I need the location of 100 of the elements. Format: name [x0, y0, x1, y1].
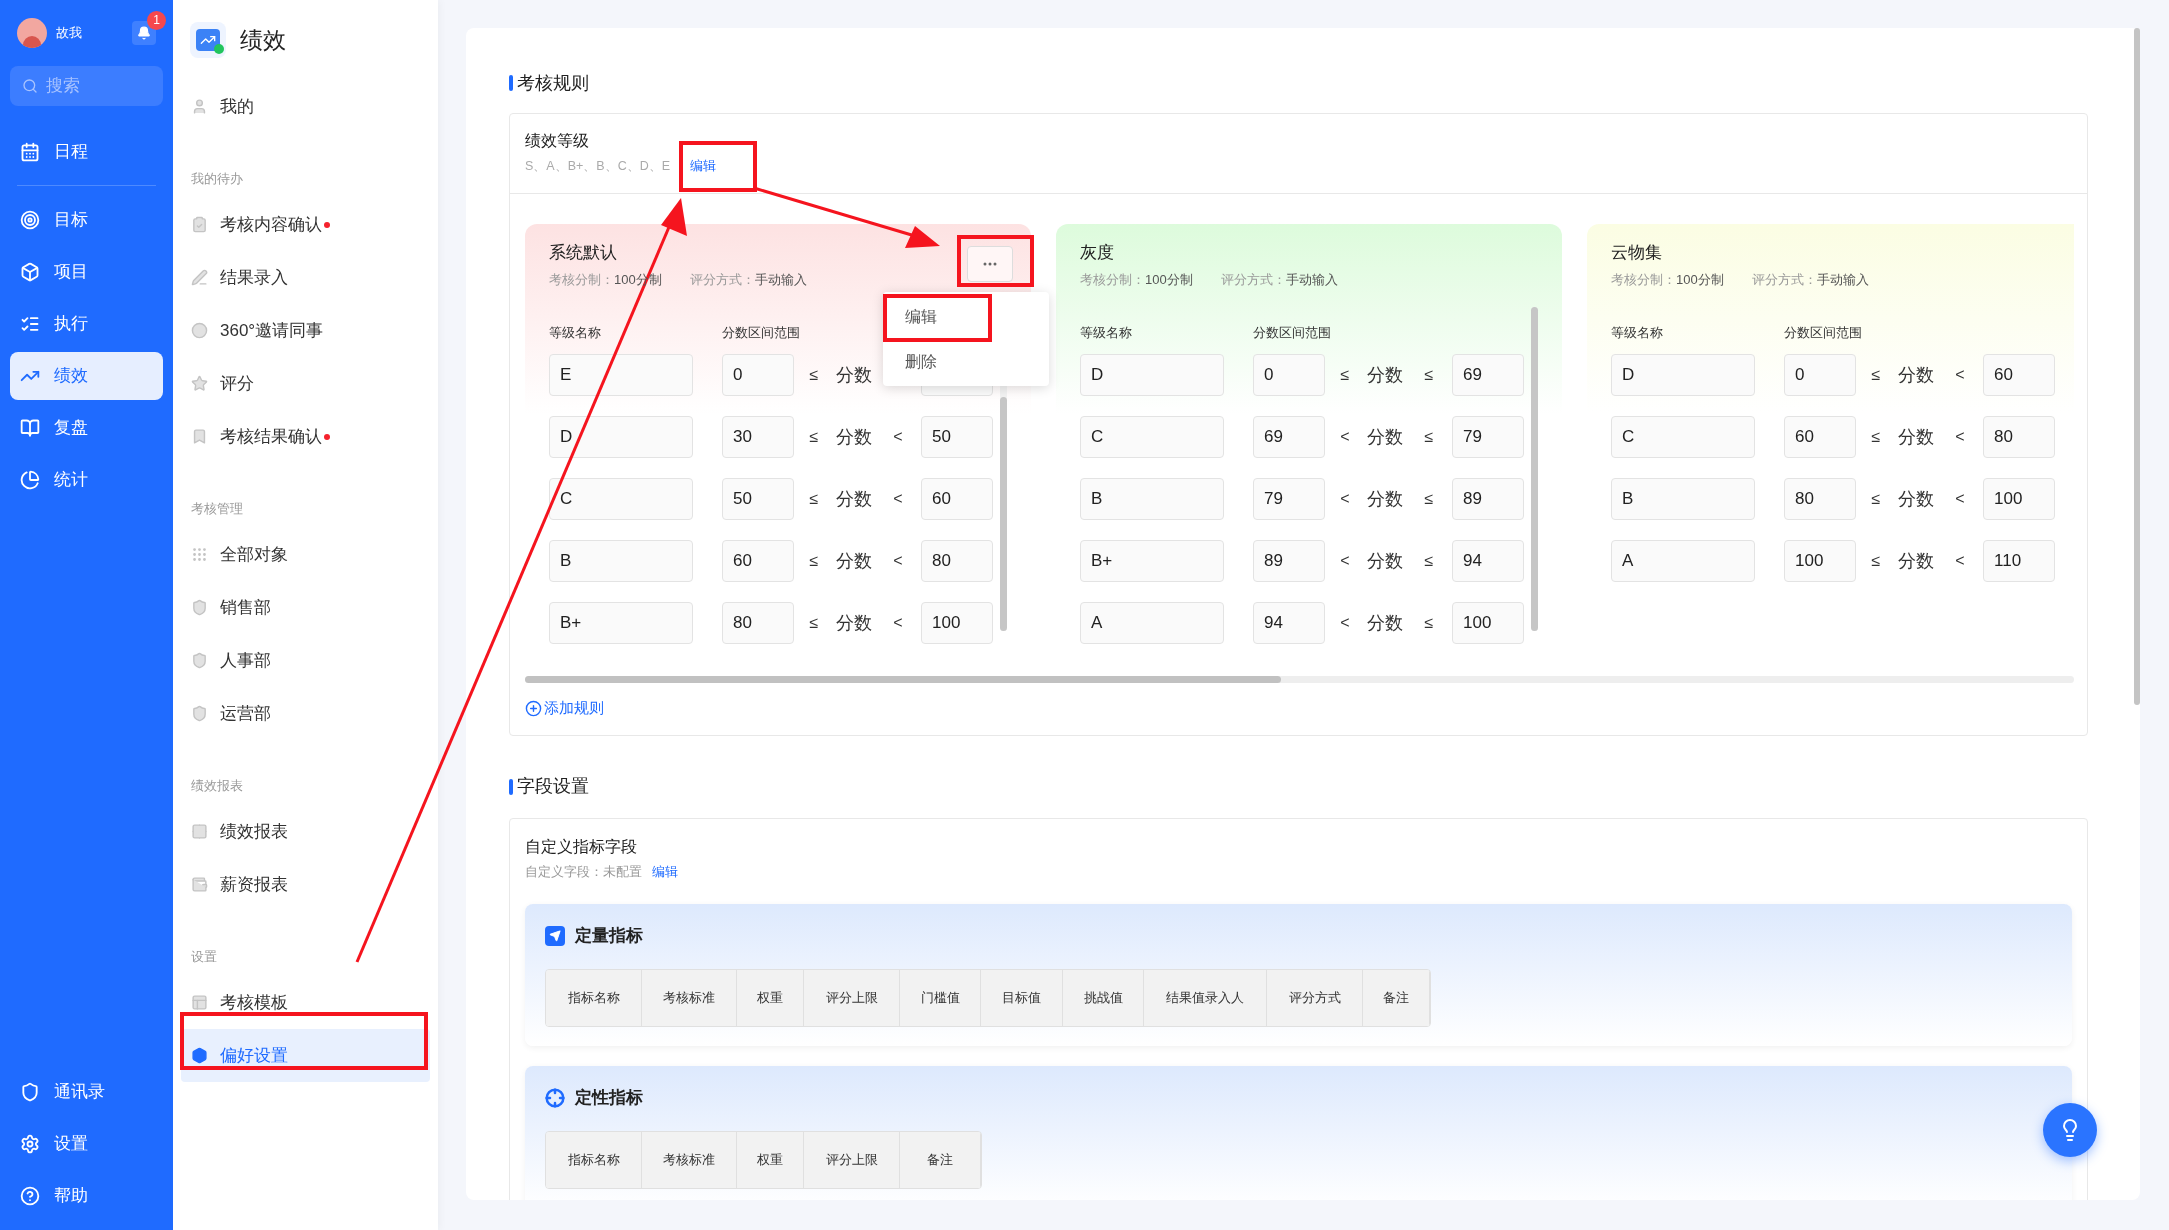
sidebar-item[interactable]: 销售部: [181, 581, 430, 634]
input-field[interactable]: 100: [921, 602, 993, 644]
input-field[interactable]: 60: [921, 478, 993, 520]
input-field[interactable]: 69: [1253, 416, 1325, 458]
input-field[interactable]: C: [1611, 416, 1755, 458]
operator: ≤: [1870, 365, 1882, 385]
card-title: 灰度: [1080, 242, 1114, 264]
plus-icon: [525, 699, 542, 717]
input-field[interactable]: 60: [722, 540, 794, 582]
input-field[interactable]: 30: [722, 416, 794, 458]
input-field[interactable]: 0: [1253, 354, 1325, 396]
send-icon: [545, 925, 565, 946]
sidebar-item[interactable]: 考核结果确认: [181, 410, 430, 463]
sidebar-item[interactable]: 绩效报表: [181, 805, 430, 858]
sidebar-item[interactable]: 考核模板: [181, 976, 430, 1029]
input-field[interactable]: 0: [722, 354, 794, 396]
wallet-icon: [191, 876, 208, 893]
sidebar-item[interactable]: 考核内容确认: [181, 198, 430, 251]
nav-item[interactable]: 目标: [10, 196, 163, 244]
avatar[interactable]: [17, 18, 47, 48]
hexagon-icon: [191, 1047, 208, 1064]
input-field[interactable]: 80: [921, 540, 993, 582]
input-field[interactable]: A: [1611, 540, 1755, 582]
sidebar-item[interactable]: 运营部: [181, 687, 430, 740]
sidebar-item[interactable]: 全部对象: [181, 528, 430, 581]
input-field[interactable]: 100: [1784, 540, 1856, 582]
more-button[interactable]: [967, 246, 1013, 282]
input-field[interactable]: 60: [1784, 416, 1856, 458]
input-field[interactable]: 79: [1452, 416, 1524, 458]
input-field[interactable]: 69: [1452, 354, 1524, 396]
operator: ≤: [1423, 613, 1435, 633]
input-field[interactable]: 89: [1452, 478, 1524, 520]
input-field[interactable]: 110: [1983, 540, 2055, 582]
operator: <: [1339, 427, 1351, 447]
card-title: 云物集: [1611, 242, 1662, 264]
nav-item[interactable]: 日程: [10, 128, 163, 176]
help-icon: [20, 1186, 40, 1206]
nav-item[interactable]: 执行: [10, 300, 163, 348]
input-field[interactable]: D: [1080, 354, 1224, 396]
input-field[interactable]: 79: [1253, 478, 1325, 520]
input-field[interactable]: 100: [1452, 602, 1524, 644]
search-field[interactable]: 搜索: [10, 66, 163, 106]
table-header-cell: 评分上限: [804, 969, 900, 1026]
input-field[interactable]: 80: [1784, 478, 1856, 520]
scoring-text: 考核分制：100分制: [1611, 271, 1724, 289]
horizontal-scrollbar[interactable]: [525, 676, 2074, 683]
notification-button[interactable]: [132, 21, 156, 45]
input-field[interactable]: 100: [1983, 478, 2055, 520]
input-field[interactable]: C: [1080, 416, 1224, 458]
input-field[interactable]: B: [1080, 478, 1224, 520]
score-label: 分数: [1898, 487, 1935, 511]
sidebar-item[interactable]: 薪资报表: [181, 858, 430, 911]
operator: <: [892, 613, 904, 633]
input-field[interactable]: D: [1611, 354, 1755, 396]
input-field[interactable]: C: [549, 478, 693, 520]
calendar-icon: [20, 142, 40, 162]
bell-icon: [137, 26, 151, 40]
input-field[interactable]: 60: [1983, 354, 2055, 396]
input-field[interactable]: 50: [921, 416, 993, 458]
sidebar-item[interactable]: 结果录入: [181, 251, 430, 304]
input-field[interactable]: A: [1080, 602, 1224, 644]
add-rule-button[interactable]: 添加规则: [525, 697, 604, 720]
input-field[interactable]: D: [549, 416, 693, 458]
menu-item[interactable]: 编辑: [883, 294, 1049, 339]
input-field[interactable]: B+: [549, 602, 693, 644]
nav-item[interactable]: 通讯录: [10, 1068, 163, 1116]
sidebar-item[interactable]: 评分: [181, 357, 430, 410]
nav-item[interactable]: 绩效: [10, 352, 163, 400]
input-field[interactable]: B: [549, 540, 693, 582]
sidebar-item[interactable]: 360°邀请同事: [181, 304, 430, 357]
page-scrollbar[interactable]: [2134, 28, 2140, 705]
input-field[interactable]: 80: [1983, 416, 2055, 458]
input-field[interactable]: 50: [722, 478, 794, 520]
table-header-cell: 评分上限: [804, 1131, 900, 1188]
nav-item[interactable]: 项目: [10, 248, 163, 296]
input-field[interactable]: E: [549, 354, 693, 396]
sidebar-item[interactable]: 我的: [181, 80, 430, 133]
dots-grid-icon: [191, 546, 208, 563]
nav-item[interactable]: 设置: [10, 1120, 163, 1168]
sidebar-item[interactable]: 偏好设置: [181, 1029, 430, 1082]
menu-item[interactable]: 删除: [883, 339, 1049, 384]
pen-icon: [191, 269, 208, 286]
operator: <: [1954, 365, 1966, 385]
edit-link[interactable]: 编辑: [652, 861, 678, 882]
scrollbar[interactable]: [1531, 307, 1538, 631]
input-field[interactable]: 80: [722, 602, 794, 644]
input-field[interactable]: 89: [1253, 540, 1325, 582]
input-field[interactable]: 94: [1452, 540, 1524, 582]
sidebar-item[interactable]: 人事部: [181, 634, 430, 687]
card-title: 系统默认: [549, 242, 617, 264]
input-field[interactable]: 0: [1784, 354, 1856, 396]
input-field[interactable]: B: [1611, 478, 1755, 520]
input-field[interactable]: 94: [1253, 602, 1325, 644]
nav-item[interactable]: 统计: [10, 456, 163, 504]
nav-item[interactable]: 复盘: [10, 404, 163, 452]
column-header: 分数区间范围: [1253, 324, 1331, 342]
input-field[interactable]: B+: [1080, 540, 1224, 582]
nav-item[interactable]: 帮助: [10, 1172, 163, 1220]
edit-link[interactable]: 编辑: [690, 156, 717, 176]
group-heading: 绩效报表: [190, 777, 244, 795]
